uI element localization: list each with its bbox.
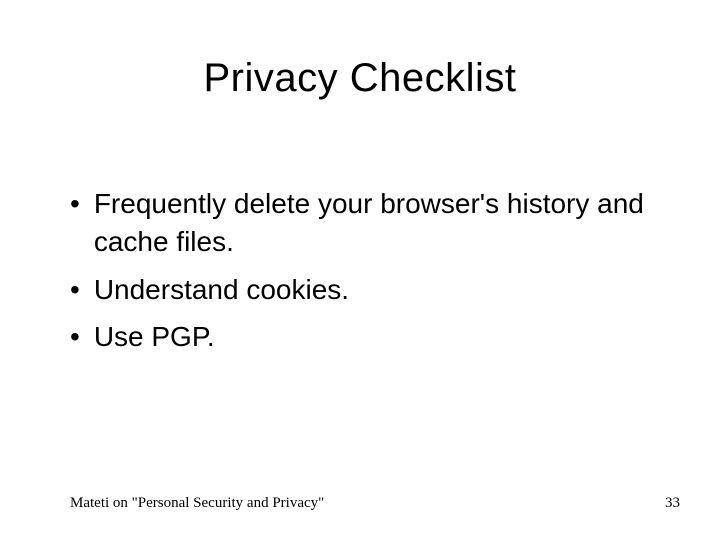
bullet-text: Use PGP.	[94, 318, 660, 356]
bullet-icon: •	[70, 185, 80, 223]
bullet-text: Understand cookies.	[94, 271, 660, 309]
bullet-icon: •	[70, 318, 80, 356]
slide-footer: Mateti on "Personal Security and Privacy…	[70, 495, 680, 512]
slide-title: Privacy Checklist	[0, 56, 720, 101]
list-item: • Understand cookies.	[70, 271, 660, 309]
footer-left: Mateti on "Personal Security and Privacy…	[70, 495, 324, 512]
page-number: 33	[665, 495, 680, 512]
slide: Privacy Checklist • Frequently delete yo…	[0, 0, 720, 540]
slide-body: • Frequently delete your browser's histo…	[70, 185, 660, 366]
bullet-text: Frequently delete your browser's history…	[94, 185, 660, 261]
list-item: • Use PGP.	[70, 318, 660, 356]
bullet-icon: •	[70, 271, 80, 309]
list-item: • Frequently delete your browser's histo…	[70, 185, 660, 261]
